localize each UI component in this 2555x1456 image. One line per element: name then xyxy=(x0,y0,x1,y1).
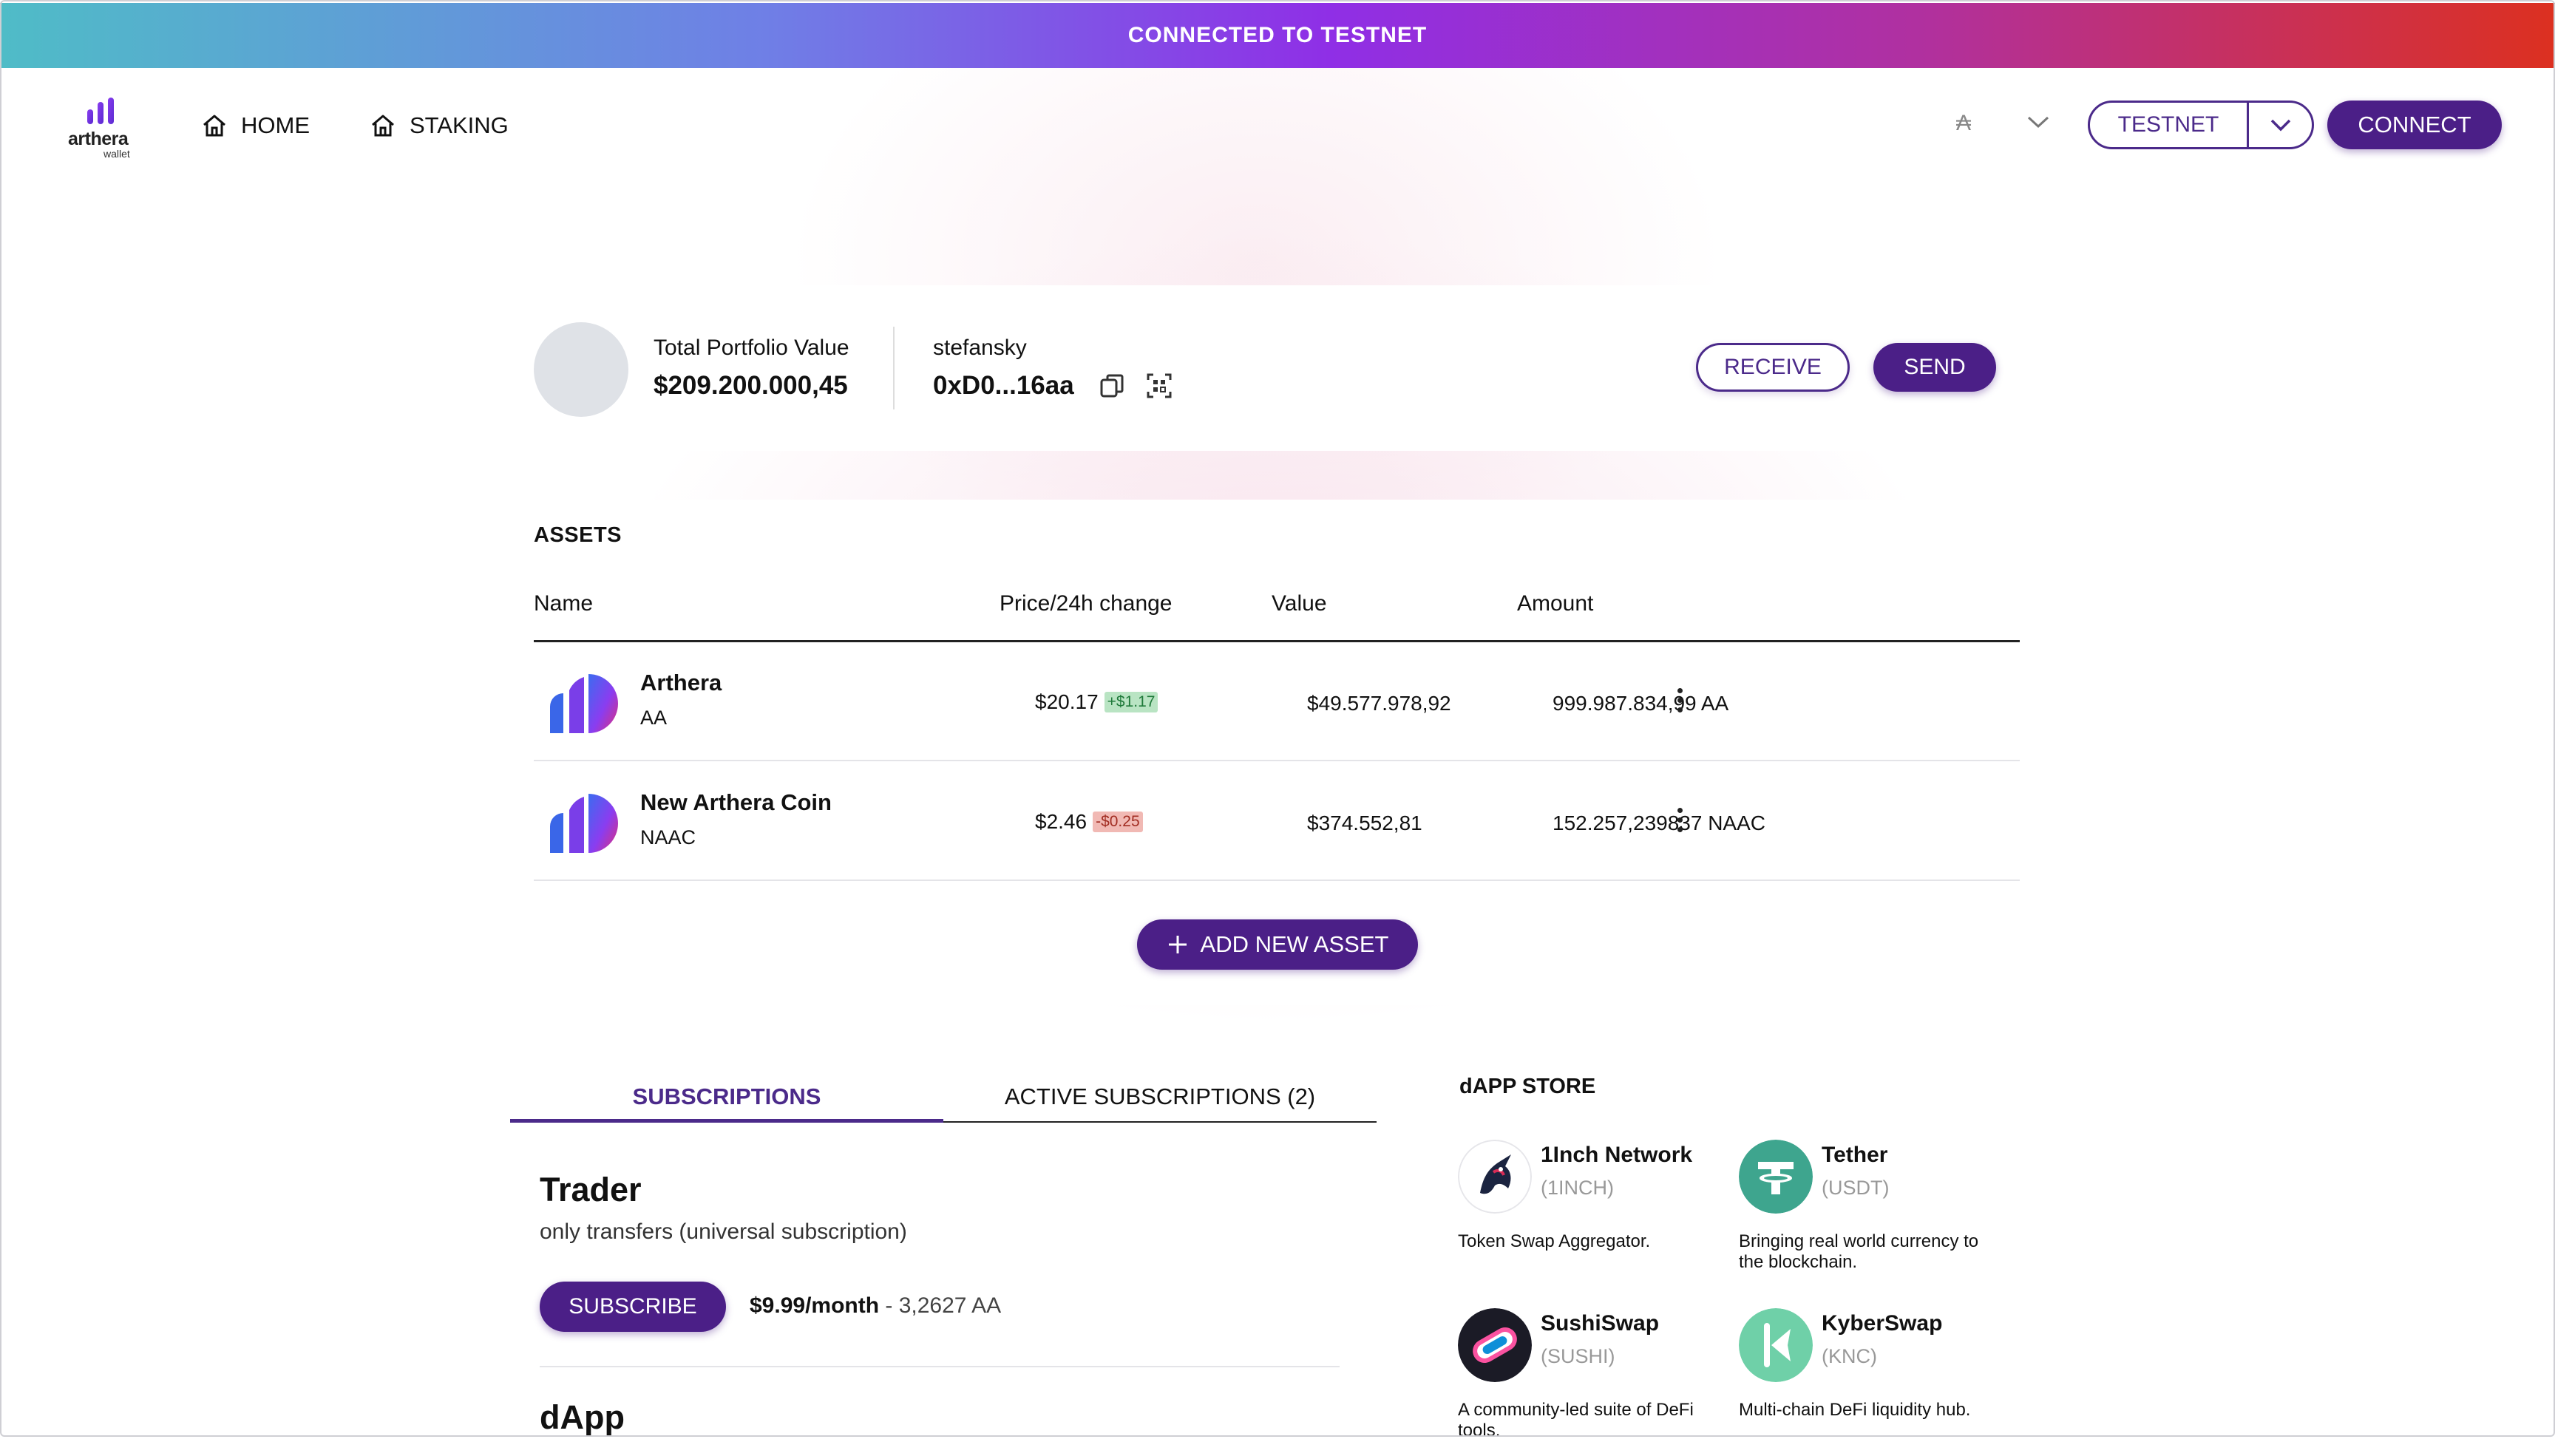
dapp-item-sushiswap[interactable]: SushiSwap (SUSHI) A community-led suite … xyxy=(1458,1308,1739,1456)
chevron-down-icon xyxy=(2270,119,2290,132)
asset-amount: 152.257,239837 NAAC xyxy=(1553,812,1765,834)
asset-value: $49.577.978,92 xyxy=(1307,692,1451,715)
home-icon xyxy=(203,115,225,137)
arthera-coin-icon xyxy=(550,674,618,733)
add-new-asset-button[interactable]: ADD NEW ASSET xyxy=(1137,919,1418,970)
1inch-unicorn-icon xyxy=(1458,1140,1532,1214)
dapp-description: Multi-chain DeFi liquidity hub. xyxy=(1739,1400,1971,1420)
divider xyxy=(893,327,895,409)
chevron-down-icon[interactable] xyxy=(2026,113,2051,131)
dapp-description: A community-led suite of DeFi tools. xyxy=(1458,1400,1694,1440)
assets-title: ASSETS xyxy=(534,523,622,547)
token-selector[interactable]: ₳ xyxy=(1956,111,1971,136)
price-change-badge: +$1.17 xyxy=(1104,692,1158,712)
table-row[interactable]: New Arthera Coin NAAC $2.46 -$0.25 $374.… xyxy=(534,763,2020,881)
logo-mark-icon xyxy=(87,98,114,124)
banner-text: CONNECTED TO TESTNET xyxy=(1127,23,1428,47)
add-new-asset-label: ADD NEW ASSET xyxy=(1200,931,1389,957)
dapp-name: SushiSwap xyxy=(1541,1311,1660,1336)
account-name: stefansky xyxy=(933,336,1027,360)
column-header-price: Price/24h change xyxy=(1000,591,1173,616)
network-label[interactable]: TESTNET xyxy=(2090,103,2249,147)
account-address: 0xD0...16aa xyxy=(933,371,1074,400)
dapp-item-tether[interactable]: Tether (USDT) Bringing real world curren… xyxy=(1739,1140,2020,1287)
plan-price: $9.99/month - 3,2627 AA xyxy=(750,1293,1001,1319)
send-button[interactable]: SEND xyxy=(1873,343,1996,392)
portfolio-card: Total Portfolio Value $209.200.000,45 st… xyxy=(510,285,2045,451)
nav-home-label: HOME xyxy=(241,112,310,138)
table-row[interactable]: Arthera AA $20.17 +$1.17 $49.577.978,92 … xyxy=(534,643,2020,761)
asset-price-cell: $20.17 +$1.17 xyxy=(1035,690,1158,714)
nav-staking-label: STAKING xyxy=(410,112,509,138)
nav-home[interactable]: HOME xyxy=(201,112,310,139)
logo-sub: wallet xyxy=(104,148,130,160)
avatar xyxy=(534,322,628,417)
dapp-ticker: (KNC) xyxy=(1822,1345,1877,1367)
kyberswap-icon xyxy=(1739,1308,1813,1382)
plan-price-monthly: $9.99/month xyxy=(750,1293,880,1318)
subscriptions-card: SUBSCRIPTIONS ACTIVE SUBSCRIPTIONS (2) T… xyxy=(510,1052,1377,1452)
dapp-ticker: (1INCH) xyxy=(1541,1177,1614,1199)
dapp-ticker: (USDT) xyxy=(1822,1177,1890,1199)
row-divider xyxy=(534,760,2020,761)
asset-name: Arthera xyxy=(640,670,722,695)
price-change-badge: -$0.25 xyxy=(1093,812,1143,832)
network-dropdown-toggle[interactable] xyxy=(2249,103,2312,147)
tether-icon xyxy=(1739,1140,1813,1214)
connect-button[interactable]: CONNECT xyxy=(2327,101,2502,149)
receive-button[interactable]: RECEIVE xyxy=(1696,343,1850,392)
network-selector[interactable]: TESTNET xyxy=(2088,101,2314,149)
table-header-divider xyxy=(534,640,2020,642)
network-banner: CONNECTED TO TESTNET xyxy=(0,3,2555,68)
arthera-logo[interactable]: arthera wallet xyxy=(65,96,146,163)
logo-word: arthera xyxy=(68,129,129,149)
asset-value: $374.552,81 xyxy=(1307,812,1422,834)
plan-divider xyxy=(540,1366,1340,1367)
dapp-item-1inch[interactable]: 1Inch Network (1INCH) Token Swap Aggrega… xyxy=(1458,1140,1739,1287)
subscribe-button[interactable]: SUBSCRIBE xyxy=(540,1282,726,1332)
asset-symbol: NAAC xyxy=(640,826,696,848)
plan-price-aa: - 3,2627 AA xyxy=(879,1293,1002,1318)
tab-active-subscriptions[interactable]: ACTIVE SUBSCRIPTIONS (2) xyxy=(943,1084,1377,1110)
asset-price: $2.46 xyxy=(1035,810,1088,833)
asset-price: $20.17 xyxy=(1035,690,1099,713)
qr-code-icon[interactable] xyxy=(1146,372,1173,399)
dapp-name: 1Inch Network xyxy=(1541,1143,1693,1167)
plan-title: Trader xyxy=(540,1171,642,1208)
plan-title: dApp xyxy=(540,1398,625,1436)
nav-staking[interactable]: STAKING xyxy=(370,112,509,139)
dapp-name: KyberSwap xyxy=(1822,1311,1943,1336)
plus-icon xyxy=(1168,936,1187,953)
total-portfolio-label: Total Portfolio Value xyxy=(654,336,849,360)
sushiswap-icon xyxy=(1458,1308,1532,1382)
plan-description: only transfers (universal subscription) xyxy=(540,1219,907,1244)
dapp-store-title: dAPP STORE xyxy=(1459,1075,1596,1098)
total-portfolio-value: $209.200.000,45 xyxy=(654,371,848,400)
asset-price-cell: $2.46 -$0.25 xyxy=(1035,810,1143,834)
asset-symbol: AA xyxy=(640,707,668,729)
tab-subscriptions[interactable]: SUBSCRIPTIONS xyxy=(510,1084,943,1110)
more-options-icon[interactable] xyxy=(1671,806,1689,838)
dapp-ticker: (SUSHI) xyxy=(1541,1345,1615,1367)
tab-divider xyxy=(943,1121,1377,1123)
new-arthera-coin-icon xyxy=(550,794,618,853)
asset-name: New Arthera Coin xyxy=(640,789,832,815)
row-divider xyxy=(534,880,2020,881)
dapp-item-kyberswap[interactable]: KyberSwap (KNC) Multi-chain DeFi liquidi… xyxy=(1739,1308,2020,1456)
dapp-name: Tether xyxy=(1822,1143,1888,1167)
assets-card: ASSETS Name Price/24h change Value Amoun… xyxy=(510,500,2045,1005)
column-header-value: Value xyxy=(1272,591,1327,616)
active-tab-indicator xyxy=(510,1119,943,1123)
dapp-description: Token Swap Aggregator. xyxy=(1458,1231,1651,1251)
more-options-icon[interactable] xyxy=(1671,686,1689,718)
copy-icon[interactable] xyxy=(1099,372,1125,399)
column-header-name: Name xyxy=(534,591,594,616)
dapp-store-card: dAPP STORE 1Inch Network (1INCH) Token S… xyxy=(1434,1052,2045,1452)
asset-amount: 999.987.834,99 AA xyxy=(1553,692,1729,715)
dapp-description: Bringing real world currency to the bloc… xyxy=(1739,1231,1979,1272)
home-icon xyxy=(372,115,394,137)
column-header-amount: Amount xyxy=(1517,591,1594,616)
